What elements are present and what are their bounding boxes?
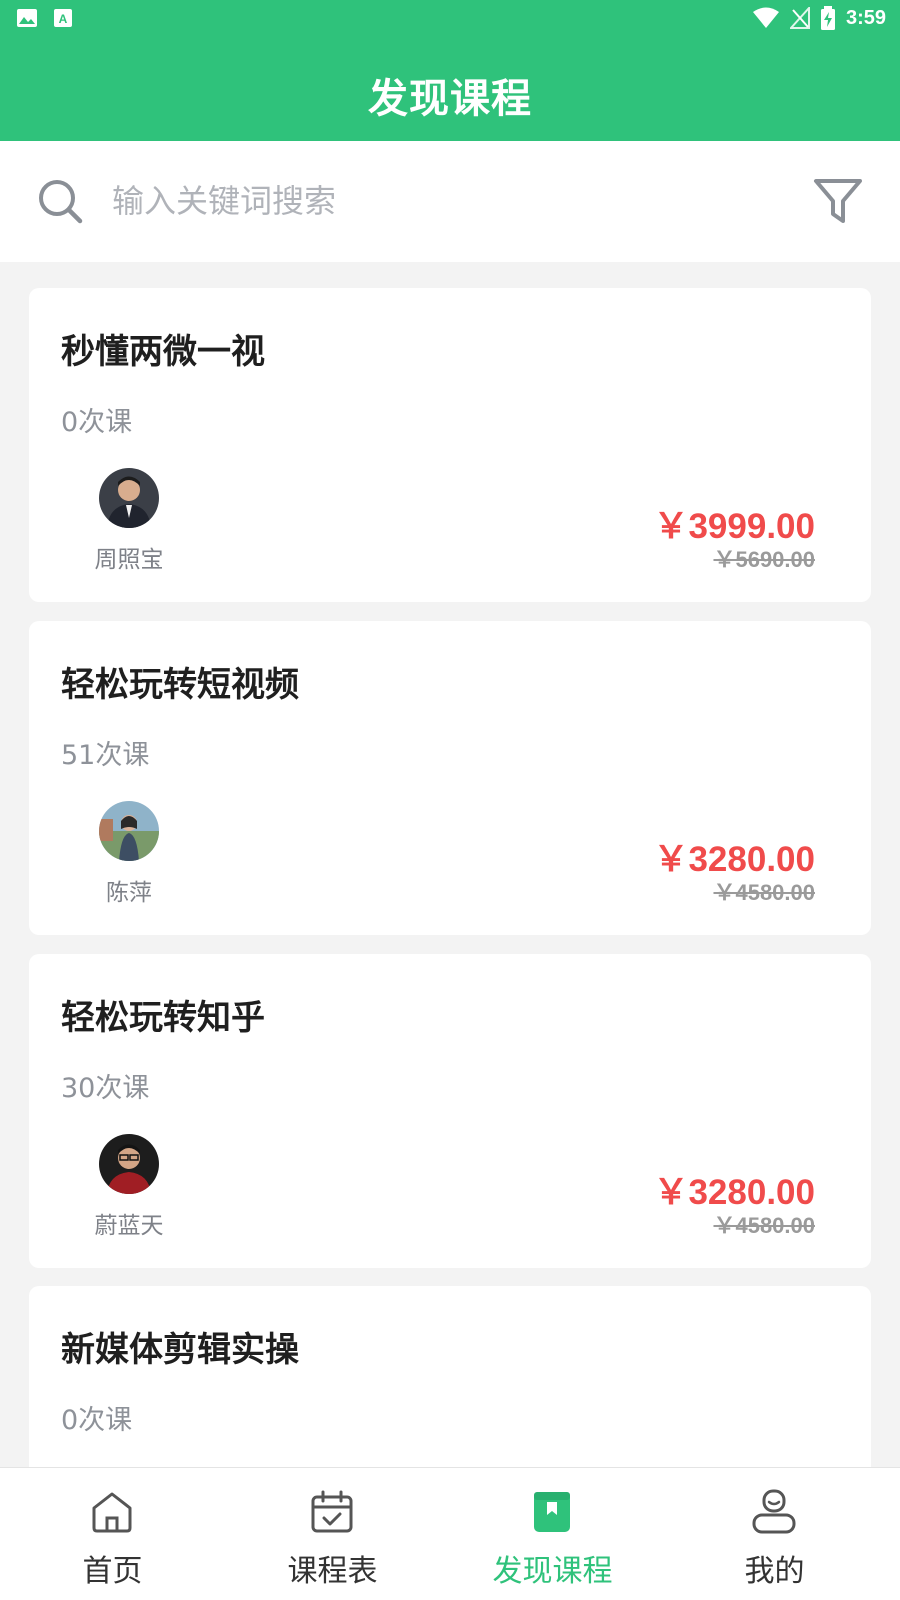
tab-home[interactable]: 首页	[0, 1468, 225, 1600]
tab-mine[interactable]: 我的	[662, 1468, 887, 1600]
filter-icon[interactable]	[810, 173, 866, 229]
lesson-count: 51次课	[61, 740, 150, 771]
course-list: 秒懂两微一视 0次课 周照宝 ￥3999.00 ￥5690.00 轻松玩转短视频…	[0, 262, 900, 1467]
original-price: ￥4580.00	[713, 880, 815, 905]
course-title: 新媒体剪辑实操	[61, 1330, 299, 1370]
lesson-count: 0次课	[61, 407, 133, 438]
page-title: 发现课程	[368, 76, 532, 122]
search-bar	[0, 141, 900, 262]
tab-label: 课程表	[287, 1554, 378, 1589]
app-header: A 3:59 发现课程	[0, 0, 900, 141]
no-signal-icon	[789, 7, 810, 29]
tab-discover[interactable]: 发现课程	[440, 1468, 665, 1600]
original-price: ￥4580.00	[713, 1213, 815, 1238]
wifi-icon	[752, 7, 779, 28]
course-card[interactable]: 秒懂两微一视 0次课 周照宝 ￥3999.00 ￥5690.00	[29, 288, 871, 602]
image-notification-icon	[17, 9, 37, 27]
course-title: 秒懂两微一视	[61, 332, 265, 372]
teacher-avatar	[99, 468, 159, 528]
teacher-name: 陈萍	[106, 880, 152, 906]
user-icon	[752, 1489, 796, 1534]
original-price: ￥5690.00	[713, 547, 815, 572]
tab-label: 发现课程	[492, 1554, 613, 1589]
lesson-count: 30次课	[61, 1073, 150, 1104]
home-icon	[92, 1492, 132, 1533]
course-card[interactable]: 轻松玩转知乎 30次课 蔚蓝天 ￥3280.00 ￥4580.00	[29, 954, 871, 1268]
course-card[interactable]: 新媒体剪辑实操 0次课	[29, 1286, 871, 1467]
battery-charging-icon	[820, 6, 835, 30]
search-icon[interactable]	[36, 177, 86, 227]
tab-label: 首页	[82, 1554, 143, 1589]
teacher-name: 周照宝	[94, 547, 164, 573]
course-card[interactable]: 轻松玩转短视频 51次课 陈萍 ￥3280.00 ￥4580.00	[29, 621, 871, 935]
course-title: 轻松玩转知乎	[61, 998, 265, 1038]
teacher-avatar	[99, 1134, 159, 1194]
app-notification-icon: A	[54, 9, 72, 27]
teacher-avatar	[99, 801, 159, 861]
status-time: 3:59	[845, 6, 886, 29]
teacher-name: 蔚蓝天	[94, 1213, 164, 1239]
course-title: 轻松玩转短视频	[61, 665, 299, 705]
tab-schedule[interactable]: 课程表	[220, 1468, 445, 1600]
tab-label: 我的	[744, 1554, 805, 1589]
calendar-icon	[311, 1490, 353, 1533]
bottom-tab-bar: 首页 课程表 发现课程 我的	[0, 1467, 900, 1600]
book-icon	[534, 1492, 570, 1532]
lesson-count: 0次课	[61, 1405, 133, 1436]
status-bar: A 3:59	[0, 0, 900, 38]
search-input[interactable]	[112, 171, 732, 231]
svg-text:A: A	[59, 12, 68, 26]
